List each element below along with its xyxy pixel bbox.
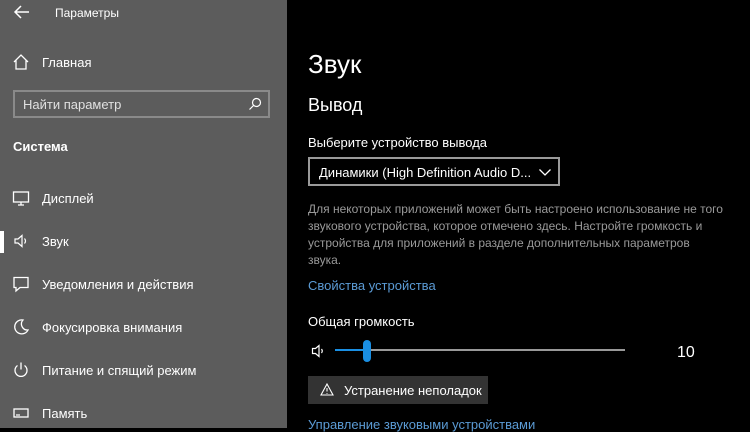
sidebar-item-label: Память — [42, 406, 88, 421]
chevron-down-icon — [539, 169, 551, 176]
display-icon — [12, 191, 30, 206]
output-device-value: Динамики (High Definition Audio D... — [319, 165, 532, 180]
warning-icon — [320, 383, 334, 396]
home-icon — [13, 54, 29, 70]
back-arrow-icon[interactable] — [12, 3, 32, 21]
main-content: Звук Вывод Выберите устройство вывода Ди… — [287, 0, 750, 432]
nav-home-label: Главная — [42, 55, 92, 70]
moon-icon — [14, 319, 30, 335]
notifications-icon — [13, 276, 29, 293]
storage-icon — [13, 408, 29, 418]
slider-thumb[interactable] — [363, 340, 372, 362]
speaker-icon[interactable] — [311, 343, 327, 359]
sidebar-item-label: Уведомления и действия — [42, 277, 194, 292]
volume-value: 10 — [677, 344, 695, 361]
power-icon — [14, 362, 28, 377]
sidebar-item-label: Фокусировка внимания — [42, 320, 183, 335]
manage-devices-link[interactable]: Управление звуковыми устройствами — [308, 417, 535, 432]
search-icon[interactable] — [248, 97, 262, 111]
sidebar-item-label: Дисплей — [42, 191, 94, 206]
window-title: Параметры — [55, 6, 119, 20]
volume-label: Общая громкость — [308, 314, 415, 329]
output-device-label: Выберите устройство вывода — [308, 135, 488, 150]
volume-slider[interactable] — [335, 340, 625, 362]
sidebar-item-sound[interactable]: Звук — [0, 227, 287, 257]
output-device-dropdown[interactable]: Динамики (High Definition Audio D... — [308, 157, 560, 186]
search-input[interactable] — [23, 95, 243, 113]
sidebar-item-label: Звук — [42, 234, 69, 249]
sidebar-item-label: Питание и спящий режим — [42, 363, 197, 378]
output-heading: Вывод — [308, 95, 363, 115]
page-title: Звук — [308, 49, 362, 79]
search-box[interactable] — [13, 90, 270, 118]
sidebar-item-storage[interactable]: Память — [0, 399, 287, 428]
sidebar-item-display[interactable]: Дисплей — [0, 184, 287, 214]
sidebar-item-power[interactable]: Питание и спящий режим — [0, 356, 287, 386]
nav-home[interactable]: Главная — [0, 50, 287, 76]
section-heading: Система — [13, 139, 68, 154]
speaker-icon — [14, 234, 27, 248]
sidebar-item-focus[interactable]: Фокусировка внимания — [0, 313, 287, 343]
title-bar: Параметры — [0, 0, 287, 26]
active-indicator — [0, 231, 4, 253]
sidebar-item-notifications[interactable]: Уведомления и действия — [0, 270, 287, 300]
device-properties-link[interactable]: Свойства устройства — [308, 278, 436, 293]
troubleshoot-label: Устранение неполадок — [344, 383, 482, 398]
info-text: Для некоторых приложений может быть наст… — [308, 202, 723, 267]
slider-track — [335, 349, 625, 351]
sidebar: Параметры Главная Система Дисплей Звук — [0, 0, 287, 428]
troubleshoot-button[interactable]: Устранение неполадок — [308, 376, 488, 404]
